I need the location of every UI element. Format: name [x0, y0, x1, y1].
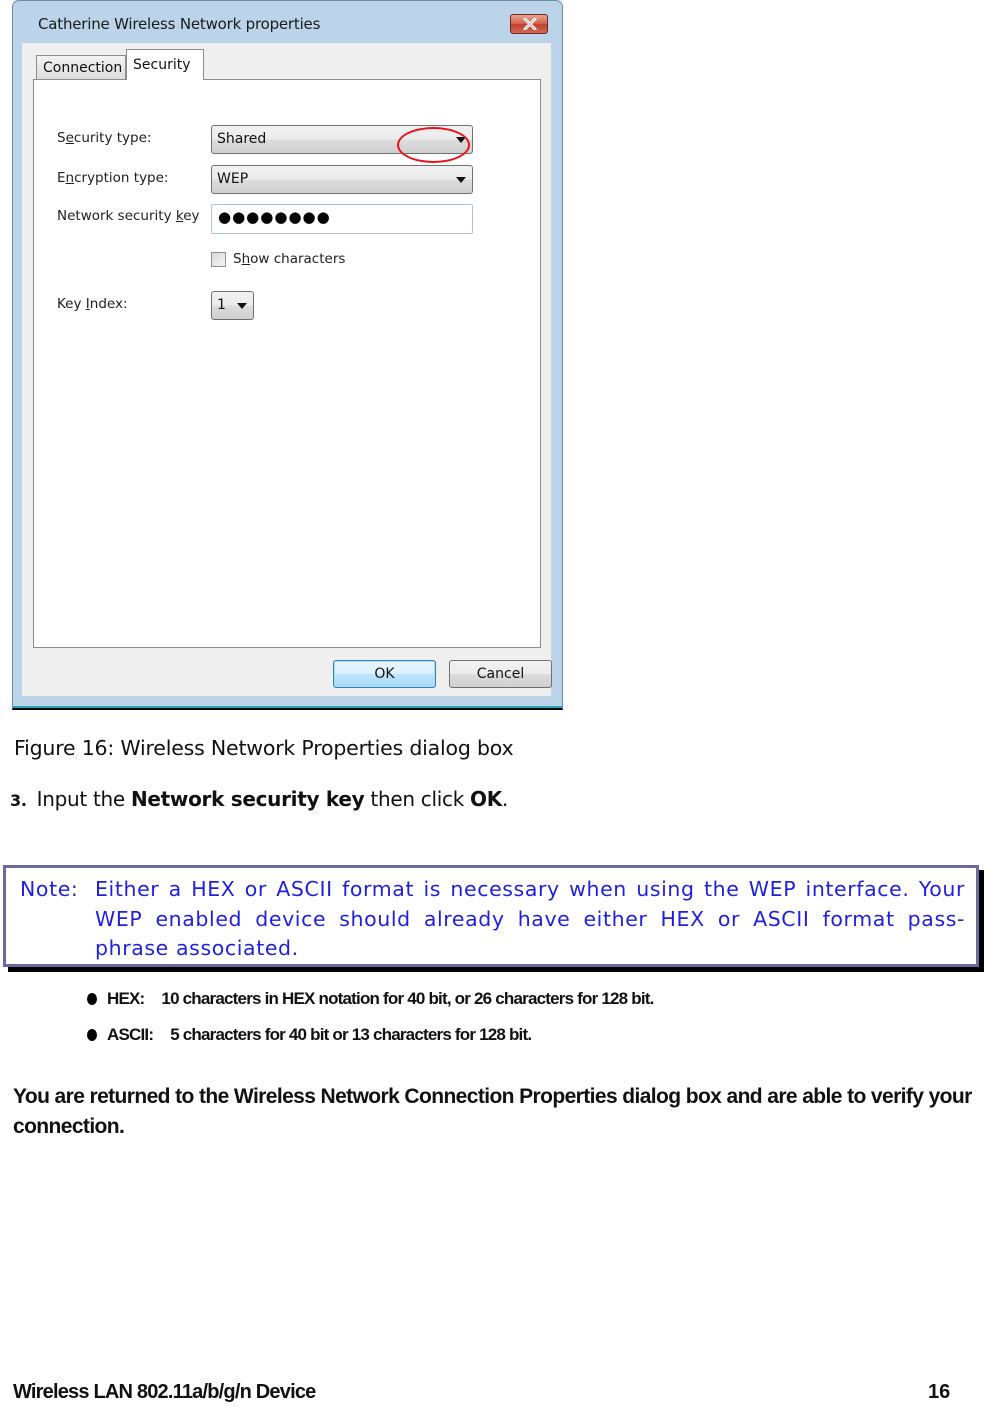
show-characters-checkbox[interactable] — [211, 252, 226, 267]
tab-security[interactable]: Security — [126, 49, 204, 80]
key-index-label: Key Index: — [57, 296, 128, 312]
cancel-button[interactable]: Cancel — [449, 660, 552, 688]
note-box: Note: Either a HEX or ASCII format is ne… — [3, 865, 979, 967]
encryption-type-value: WEP — [217, 171, 249, 187]
tab-connection[interactable]: Connection — [36, 55, 126, 80]
network-security-key-label: Network security key — [57, 208, 200, 224]
network-security-key-emphasis: Network security key — [130, 787, 365, 811]
encryption-type-label: Encryption type: — [57, 170, 169, 186]
note-body: Either a HEX or ASCII format is necessar… — [95, 877, 965, 960]
chevron-down-icon — [237, 303, 247, 309]
ok-emphasis: OK — [470, 787, 502, 811]
encryption-type-select[interactable]: WEP — [211, 165, 473, 194]
network-security-key-input[interactable]: ●●●●●●●● — [211, 204, 473, 234]
figure-caption: Figure 16: Wireless Network Properties d… — [14, 736, 514, 760]
bullet-text: 5 characters for 40 bit or 13 characters… — [170, 1025, 532, 1044]
show-characters-label[interactable]: Show characters — [233, 251, 345, 267]
key-index-select[interactable]: 1 — [211, 291, 254, 320]
close-x-icon — [523, 18, 537, 30]
list-item: ASCII: 5 characters for 40 bit or 13 cha… — [87, 1025, 654, 1061]
wireless-network-properties-dialog: Catherine Wireless Network properties Co… — [12, 0, 563, 710]
note-label: Note: — [20, 877, 79, 901]
bullet-icon — [87, 1029, 97, 1041]
bullet-text: 10 characters in HEX notation for 40 bit… — [161, 989, 654, 1008]
security-type-label: Security type: — [57, 130, 152, 146]
close-button[interactable] — [510, 14, 548, 34]
step-3-instruction: 3. Input the Network security key then cl… — [10, 787, 509, 811]
format-bullet-list: HEX: 10 characters in HEX notation for 4… — [87, 989, 654, 1061]
highlight-ellipse-annotation — [397, 127, 470, 163]
list-item: HEX: 10 characters in HEX notation for 4… — [87, 989, 654, 1025]
bullet-icon — [87, 993, 97, 1005]
ok-button[interactable]: OK — [333, 660, 436, 688]
title-bar: Catherine Wireless Network properties — [13, 1, 562, 43]
key-index-value: 1 — [217, 297, 226, 313]
footer-page-number: 16 — [928, 1381, 951, 1403]
security-type-value: Shared — [217, 131, 267, 147]
security-tab-panel: Security type: Shared Encryption type: W… — [33, 79, 541, 648]
footer-product-name: Wireless LAN 802.11a/b/g/n Device — [13, 1381, 316, 1403]
dialog-client-area: Connection Security Security type: Share… — [22, 43, 552, 696]
step-number: 3. — [10, 791, 27, 810]
bullet-key: ASCII: — [107, 1025, 154, 1044]
bullet-key: HEX: — [107, 989, 145, 1008]
chevron-down-icon — [456, 177, 466, 183]
dialog-title: Catherine Wireless Network properties — [38, 15, 321, 33]
summary-paragraph: You are returned to the Wireless Network… — [13, 1085, 972, 1138]
